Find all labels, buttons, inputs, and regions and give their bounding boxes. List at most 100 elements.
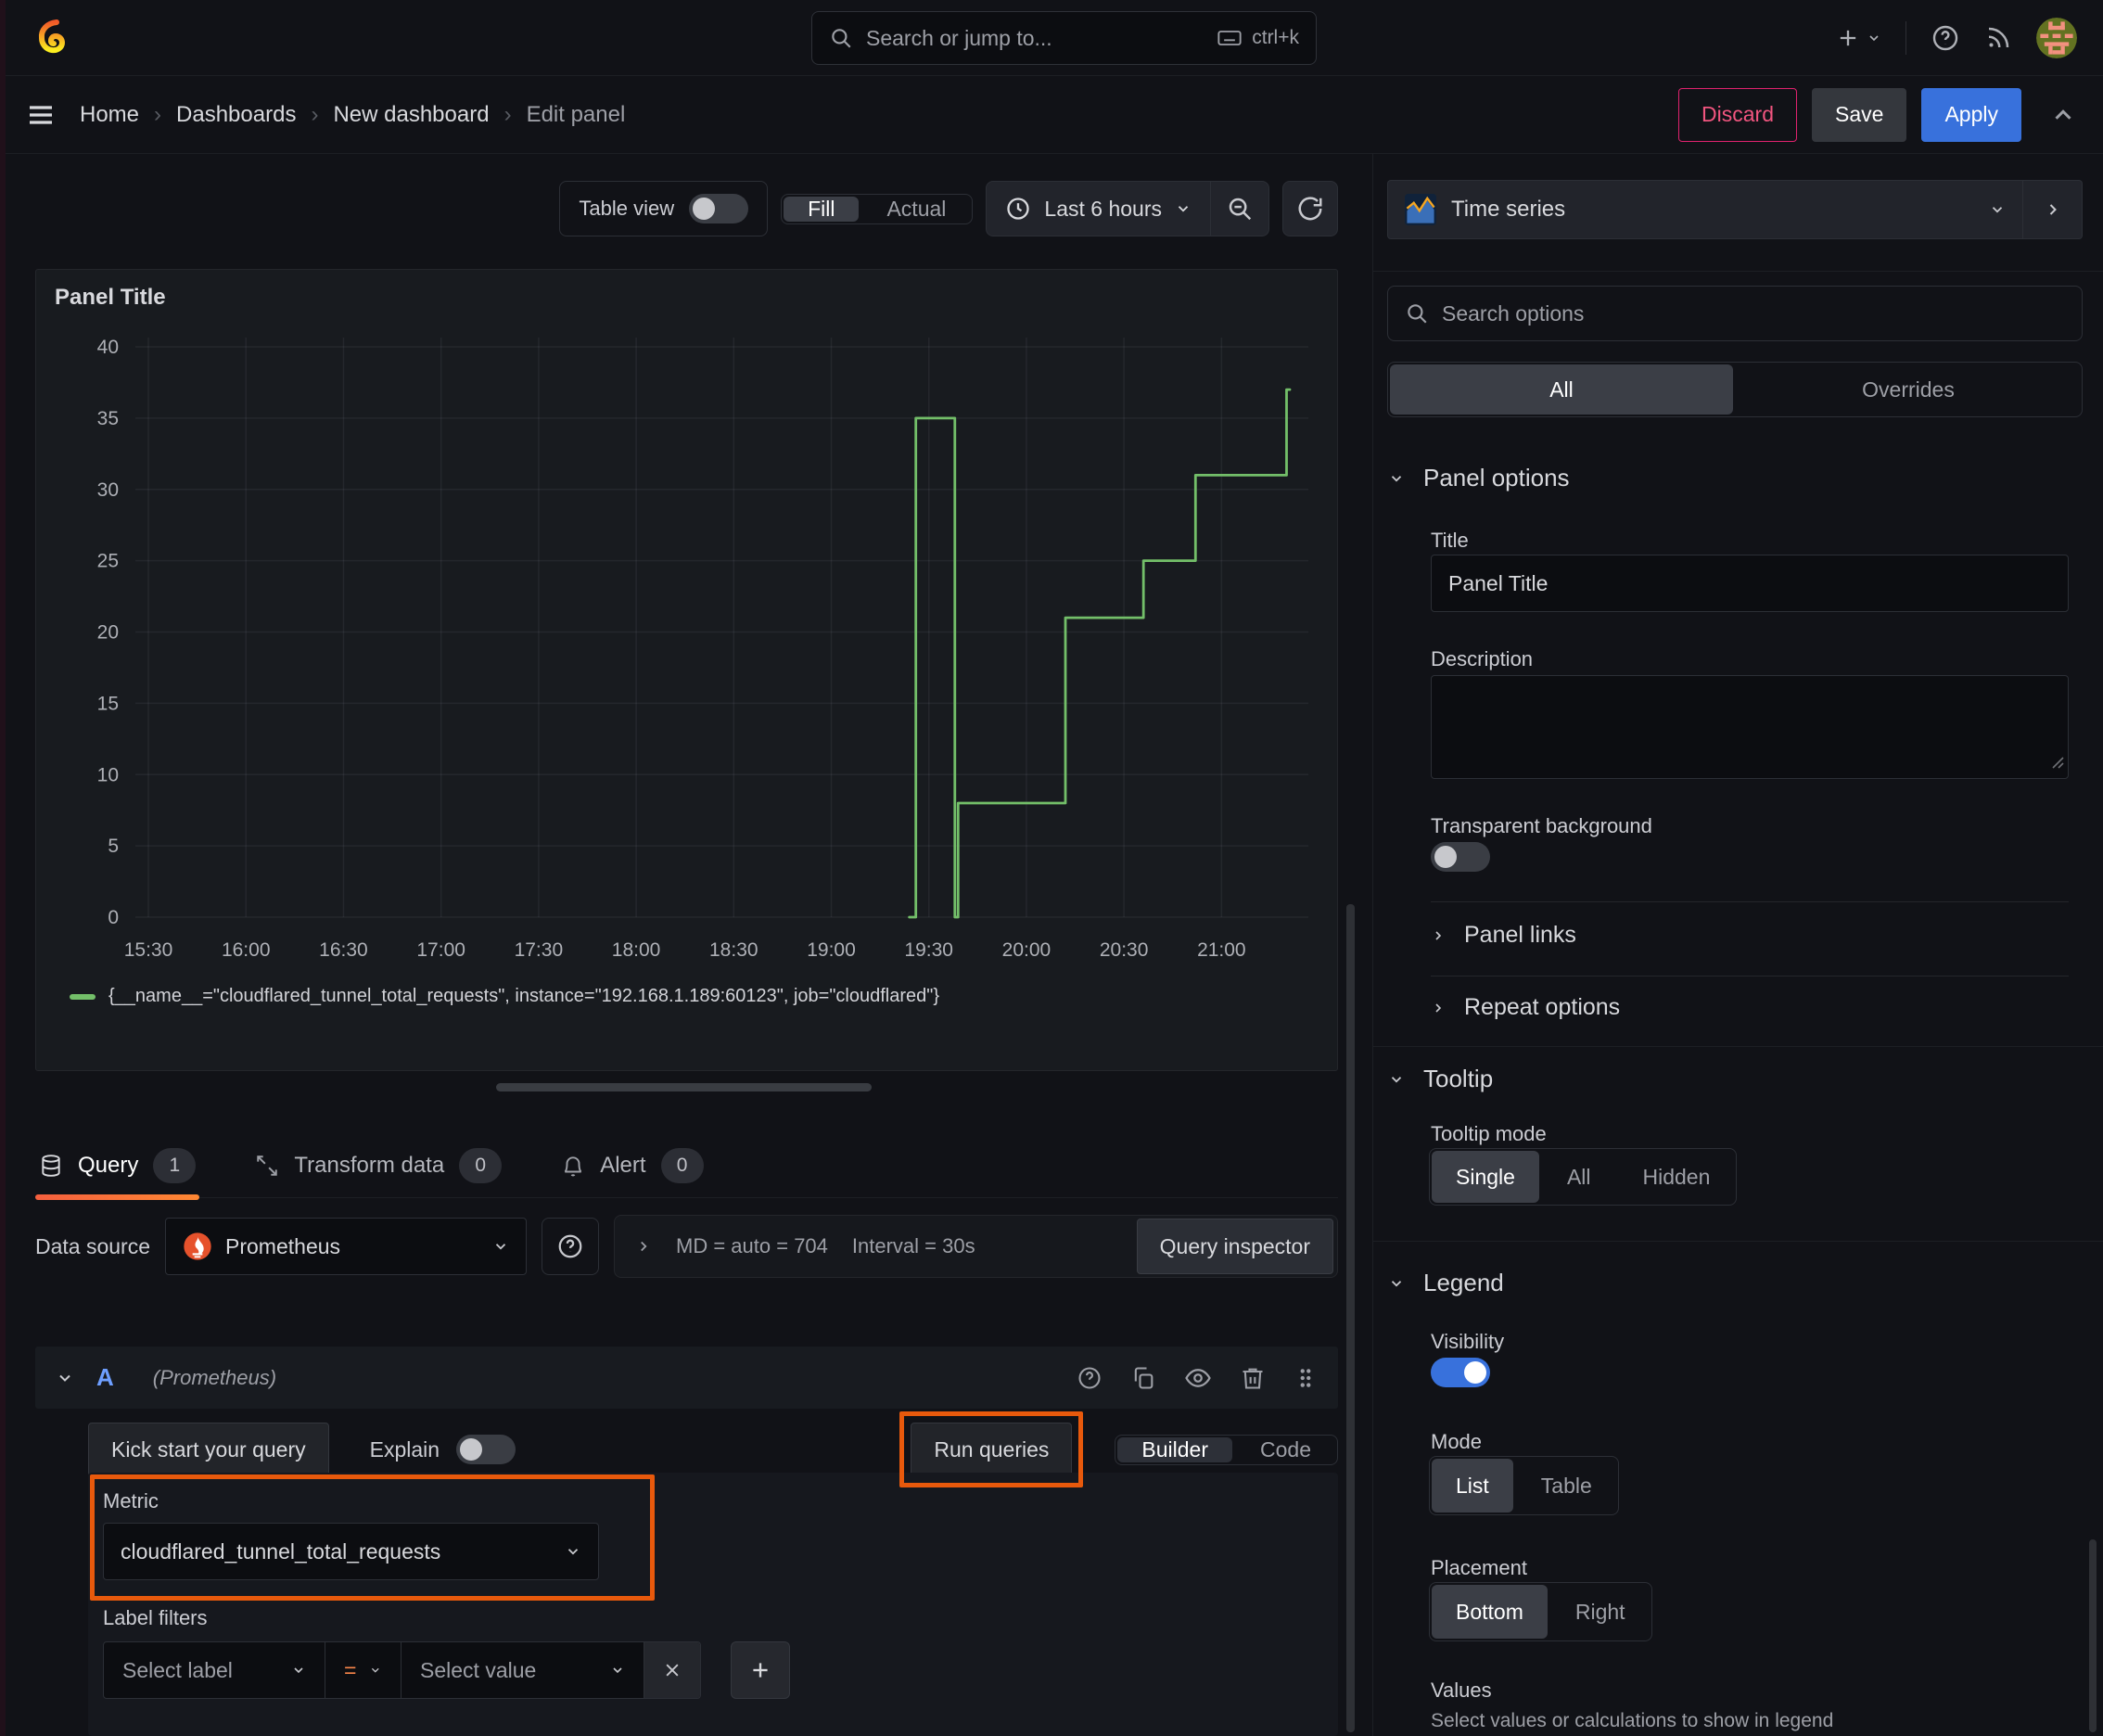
tooltip-single-option[interactable]: Single: [1432, 1151, 1539, 1203]
fill-option[interactable]: Fill: [784, 196, 860, 222]
panel-options-sidebar: Time series All Overrides: [1372, 154, 2103, 1736]
zoom-out-button[interactable]: [1210, 182, 1268, 236]
chevron-right-icon: [1435, 930, 1442, 940]
panel-toolbar: Table view Fill Actual Last 6 hours: [35, 180, 1338, 237]
svg-text:18:30: 18:30: [709, 939, 758, 961]
table-view-toggle[interactable]: [689, 194, 749, 223]
hamburger-menu-icon[interactable]: [26, 100, 56, 130]
visualization-picker[interactable]: Time series: [1387, 180, 2023, 239]
legend-swatch: [70, 993, 96, 1000]
description-input[interactable]: [1445, 685, 2055, 769]
scrollbar-thumb[interactable]: [1346, 904, 1355, 1732]
add-filter-button[interactable]: [731, 1641, 790, 1699]
svg-text:10: 10: [97, 764, 119, 785]
duplicate-query-icon[interactable]: [1130, 1365, 1156, 1391]
news-broadcast-icon[interactable]: [1984, 24, 2012, 52]
query-editor-toolbar: Kick start your query Explain Run querie…: [88, 1411, 1338, 1487]
legend-heading-label: Legend: [1423, 1269, 1504, 1296]
avatar[interactable]: [2036, 17, 2077, 58]
panel-options-heading[interactable]: Panel options: [1388, 464, 1570, 492]
visibility-label: Visibility: [1431, 1330, 1505, 1353]
tooltip-heading[interactable]: Tooltip: [1388, 1065, 1493, 1093]
placement-bottom-option[interactable]: Bottom: [1432, 1585, 1548, 1639]
datasource-help-button[interactable]: [542, 1218, 600, 1275]
query-inspector-button[interactable]: Query inspector: [1136, 1219, 1333, 1274]
tab-transform-data[interactable]: Transform data 0: [251, 1133, 505, 1198]
grafana-logo-icon[interactable]: [32, 16, 76, 60]
tab-query[interactable]: Query 1: [35, 1133, 200, 1200]
chevron-down-icon: [1391, 1076, 1402, 1083]
refresh-button[interactable]: [1282, 181, 1338, 236]
timeseries-panel[interactable]: Panel Title 0 5 10 15 20 25 30 35 40 15:30 16:00 16…: [35, 269, 1338, 1071]
breadcrumb-new-dashboard[interactable]: New dashboard: [333, 102, 489, 128]
discard-button[interactable]: Discard: [1678, 87, 1798, 142]
panel-links-section[interactable]: Panel links: [1431, 922, 1576, 949]
options-search-input[interactable]: [1442, 300, 2065, 326]
metric-select[interactable]: cloudflared_tunnel_total_requests: [103, 1523, 599, 1580]
options-search[interactable]: [1387, 286, 2083, 341]
panel-resize-handle[interactable]: [496, 1083, 872, 1091]
operator-dropdown[interactable]: =: [325, 1642, 401, 1698]
actual-option[interactable]: Actual: [862, 197, 970, 222]
query-row-header[interactable]: A (Prometheus): [35, 1347, 1338, 1409]
legend-list-option[interactable]: List: [1432, 1459, 1513, 1513]
help-button[interactable]: [1931, 23, 1960, 53]
legend-table-option[interactable]: Table: [1517, 1459, 1616, 1513]
panel-title-field[interactable]: [1431, 555, 2069, 612]
svg-text:20:30: 20:30: [1100, 939, 1149, 961]
save-button[interactable]: Save: [1812, 87, 1907, 142]
tab-alert[interactable]: Alert 0: [557, 1133, 707, 1198]
legend-values-hint: Select values or calculations to show in…: [1431, 1710, 1834, 1731]
legend-values-label: Values: [1431, 1679, 1492, 1702]
delete-query-icon[interactable]: [1240, 1365, 1266, 1391]
explain-toggle[interactable]: [456, 1435, 516, 1464]
search-input[interactable]: [866, 25, 1204, 51]
scope-overrides-option[interactable]: Overrides: [1737, 364, 2080, 415]
chevron-right-icon: [641, 1241, 647, 1252]
kick-start-button[interactable]: Kick start your query: [88, 1423, 329, 1476]
metric-value: cloudflared_tunnel_total_requests: [121, 1538, 441, 1564]
svg-text:16:30: 16:30: [319, 939, 368, 961]
remove-filter-button[interactable]: [644, 1642, 700, 1698]
datasource-picker[interactable]: Prometheus: [165, 1218, 528, 1275]
repeat-options-section[interactable]: Repeat options: [1431, 994, 1620, 1021]
toggle-viz-picker-button[interactable]: [2023, 180, 2083, 239]
visualization-picker-row: Time series: [1387, 180, 2083, 239]
drag-handle-icon[interactable]: [1294, 1366, 1318, 1390]
select-value-placeholder: Select value: [420, 1657, 537, 1682]
select-value-dropdown[interactable]: Select value: [401, 1642, 644, 1698]
divider: [1431, 901, 2069, 902]
placement-right-option[interactable]: Right: [1551, 1585, 1650, 1639]
timeseries-chart[interactable]: 0 5 10 15 20 25 30 35 40 15:30 16:00 16:30 17:00 17:3…: [57, 324, 1318, 982]
tooltip-hidden-option[interactable]: Hidden: [1619, 1151, 1735, 1203]
hide-query-icon[interactable]: [1184, 1364, 1212, 1392]
clock-icon: [1005, 196, 1031, 222]
options-scope-switch: All Overrides: [1387, 362, 2083, 417]
breadcrumb-home[interactable]: Home: [80, 102, 139, 128]
breadcrumb-separator: ›: [154, 101, 162, 127]
legend-heading[interactable]: Legend: [1388, 1269, 1504, 1297]
description-field[interactable]: [1431, 675, 2069, 779]
run-queries-button[interactable]: Run queries: [911, 1423, 1073, 1476]
search-box[interactable]: ctrl+k: [811, 11, 1317, 65]
select-label-dropdown[interactable]: Select label: [104, 1642, 325, 1698]
scrollbar-thumb[interactable]: [2089, 1539, 2097, 1732]
builder-option[interactable]: Builder: [1117, 1436, 1233, 1462]
time-range-picker[interactable]: Last 6 hours: [987, 182, 1210, 236]
collapse-header-button[interactable]: [2049, 101, 2077, 129]
search-icon: [1405, 301, 1429, 326]
tooltip-all-option[interactable]: All: [1543, 1151, 1615, 1203]
chart-legend[interactable]: {__name__="cloudflared_tunnel_total_requ…: [70, 986, 939, 1007]
code-option[interactable]: Code: [1236, 1437, 1335, 1462]
legend-visibility-toggle[interactable]: [1431, 1358, 1490, 1387]
breadcrumb-edit-panel: Edit panel: [526, 101, 626, 127]
resize-corner-icon[interactable]: [2051, 750, 2064, 774]
apply-button[interactable]: Apply: [1921, 87, 2021, 142]
scope-all-option[interactable]: All: [1390, 364, 1733, 415]
svg-text:19:00: 19:00: [807, 939, 856, 961]
breadcrumb-dashboards[interactable]: Dashboards: [176, 102, 296, 128]
panel-title-input[interactable]: [1448, 570, 2051, 596]
transparent-background-toggle[interactable]: [1431, 842, 1490, 872]
add-menu-button[interactable]: [1835, 25, 1881, 51]
help-circle-icon[interactable]: [1077, 1365, 1102, 1391]
